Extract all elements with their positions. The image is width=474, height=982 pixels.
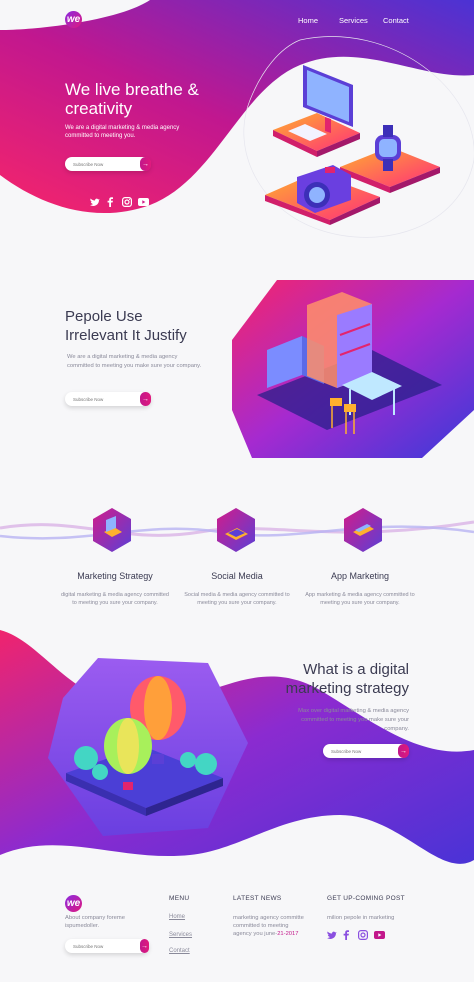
feature-title-social: Social Media [211,571,263,581]
hero-subscribe-input[interactable] [65,160,140,168]
footer-youtube-icon[interactable] [374,931,385,939]
section4-title-line1: What is a digital [303,661,409,678]
hero-subscribe-button[interactable]: → [140,157,151,171]
footer-facebook-icon[interactable] [343,930,349,940]
section2-subscribe-button[interactable]: → [140,392,151,406]
app-marketing-icon [344,508,382,552]
marketing-strategy-icon [93,508,131,552]
section4-subscribe: → [323,744,409,758]
hero-subtitle: We are a digital marketing & media agenc… [65,125,180,139]
feature-title-marketing: Marketing Strategy [77,571,153,581]
footer-post-title: GET UP-COMING POST [327,895,405,902]
section2-heading: Pepole Use Irrelevant It Justify [65,307,187,345]
footer-news: marketing agency committe committed to m… [233,914,308,938]
feature-title-app: App Marketing [330,571,390,581]
feature-text-social: Social media & media agency committed to… [184,592,290,606]
footer-subscribe: → [65,939,149,953]
section4-heading: What is a digital marketing strategy [286,660,409,698]
youtube-icon[interactable] [138,198,149,206]
section4-text: Max over digital marketing & media agenc… [298,708,409,732]
balloons-illustration [48,658,248,836]
nav-contact[interactable]: Contact [383,16,409,25]
footer-instagram-icon[interactable] [358,930,368,940]
office-illustration [232,280,474,458]
section2-title-line2: Irrelevant It Justify [65,327,187,344]
hero-title: We live breathe & creativity [65,80,199,118]
nav-home[interactable]: Home [298,16,318,25]
feature-text-marketing: digital marketing & media agency committ… [61,592,169,606]
social-media-icon [217,508,255,552]
footer-subscribe-button[interactable]: → [140,939,149,953]
twitter-icon[interactable] [90,198,100,207]
section2-subscribe-input[interactable] [65,395,140,403]
facebook-icon[interactable] [107,197,113,207]
section2-title-line1: Pepole Use [65,308,143,325]
section2-subscribe: → [65,392,151,406]
instagram-icon[interactable] [122,197,132,207]
footer-menu-title: MENU [169,895,190,902]
feature-text-app: App marketing & media agency committed t… [305,592,415,606]
logo-text: we [66,14,81,25]
section4-title-line2: marketing strategy [285,680,409,697]
footer-about: About company foreme ispumedoller. [65,915,125,929]
footer-logo[interactable]: we [65,895,82,912]
logo[interactable]: we [65,11,82,28]
section4-subscribe-input[interactable] [323,747,398,755]
footer-news-date: 21-2017 [277,931,299,937]
section4-subscribe-button[interactable]: → [398,744,409,758]
section2-text: We are a digital marketing & media agenc… [67,354,202,369]
footer-post-text: milion pepole in marketing [327,915,395,921]
footer-subscribe-input[interactable] [65,942,140,950]
footer-news-prefix: you june- [253,931,278,937]
footer-menu-home[interactable]: Home [169,914,185,920]
footer-twitter-icon[interactable] [327,931,337,940]
workspace-illustration [265,65,440,225]
nav-services[interactable]: Services [339,16,368,25]
footer-logo-text: we [66,898,81,909]
footer-menu-contact[interactable]: Contact [169,948,190,954]
hero-subscribe: → [65,157,151,171]
footer-menu-services[interactable]: Services [169,932,192,938]
footer-news-title: LATEST NEWS [233,895,282,902]
